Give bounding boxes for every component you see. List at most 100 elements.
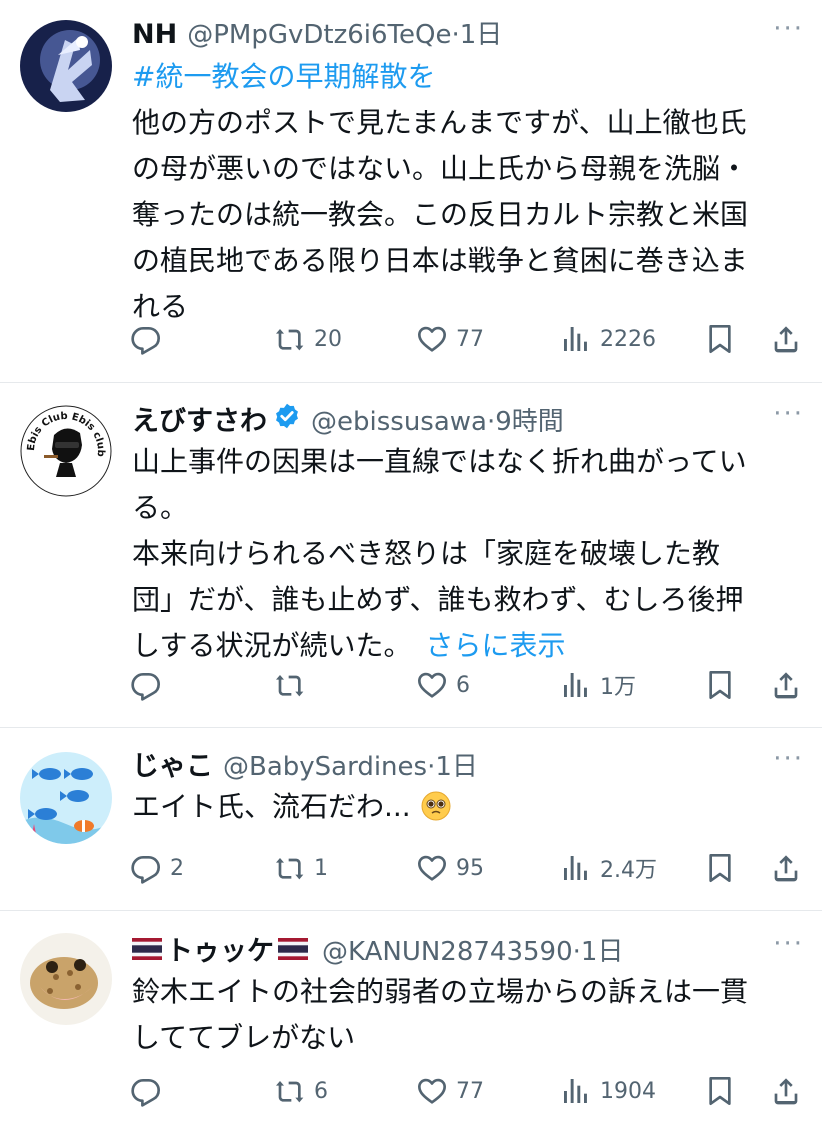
display-name[interactable]: NH (132, 19, 177, 50)
view-count: 1万 (600, 675, 636, 700)
verified-badge-icon (276, 403, 298, 429)
share-button[interactable] (770, 846, 802, 890)
view-count: 2226 (600, 326, 656, 352)
bookmark-icon (704, 1075, 736, 1107)
post-line-wrap: エイト氏、流石だわ... (132, 784, 804, 830)
post-line: 鈴木エイトの社会的弱者の立場からの訴えは一貫 (132, 975, 749, 1008)
post-line: エイト氏、流石だわ... (132, 790, 411, 823)
share-button[interactable] (770, 317, 802, 361)
post-time[interactable]: 1日 (435, 746, 478, 783)
bookmark-icon (704, 323, 736, 355)
display-name[interactable]: えびすさわ (132, 399, 267, 438)
repost-button[interactable] (274, 663, 314, 707)
post-text: エイト氏、流石だわ... (132, 784, 804, 830)
show-more-link[interactable]: さらに表示 (425, 629, 565, 662)
views-button[interactable]: 1万 (560, 663, 636, 707)
post-line: 本来向けられるべき怒りは「家庭を破壊した教 (132, 537, 721, 570)
share-icon (770, 852, 802, 884)
views-button[interactable]: 2.4万 (560, 846, 657, 890)
like-count: 77 (456, 326, 484, 352)
more-icon[interactable]: ··· (764, 929, 804, 959)
thailand-flag-icon (278, 938, 308, 960)
pleading-face-icon (421, 791, 451, 821)
repost-button[interactable]: 1 (274, 846, 328, 890)
repost-icon (274, 323, 306, 355)
post-text: #統一教会の早期解散を 他の方のポストで見たまんまですが、山上徹也氏 の母が悪い… (132, 54, 804, 330)
reply-icon (130, 1075, 162, 1107)
like-count: 6 (456, 672, 470, 698)
avatar[interactable] (20, 933, 112, 1025)
like-count: 95 (456, 855, 484, 881)
views-button[interactable]: 1904 (560, 1069, 656, 1113)
like-button[interactable]: 95 (416, 846, 484, 890)
post-kanun[interactable]: トゥッケ @KANUN28743590 · 1日 ··· 鈴木エイトの社会的弱者… (0, 911, 822, 1129)
views-button[interactable]: 2226 (560, 317, 656, 361)
bookmark-button[interactable] (704, 317, 736, 361)
repost-icon (274, 669, 306, 701)
reply-button[interactable] (130, 1069, 170, 1113)
post-header: NH @PMpGvDtz6i6TeQe · 1日 ··· (132, 14, 804, 54)
view-count: 1904 (600, 1078, 656, 1104)
repost-icon (274, 852, 306, 884)
reply-button[interactable]: 2 (130, 846, 184, 890)
post-header: じゃこ @BabySardines · 1日 ··· (132, 744, 804, 784)
post-line: の植民地である限り日本は戦争と貧困に巻き込ま (132, 244, 748, 277)
share-icon (770, 323, 802, 355)
post-time[interactable]: 9時間 (495, 401, 564, 438)
user-handle[interactable]: @BabySardines (223, 752, 427, 782)
more-icon[interactable]: ··· (764, 744, 804, 774)
share-icon (770, 1075, 802, 1107)
views-icon (560, 852, 592, 884)
separator-dot: · (427, 752, 436, 782)
post-line: る。 (132, 491, 189, 524)
reply-button[interactable] (130, 663, 170, 707)
avatar[interactable] (20, 20, 112, 112)
separator-dot: · (572, 937, 581, 967)
user-handle[interactable]: @KANUN28743590 (322, 937, 573, 967)
post-babysardines[interactable]: じゃこ @BabySardines · 1日 ··· エイト氏、流石だわ... (0, 728, 822, 911)
views-icon (560, 669, 592, 701)
reply-icon (130, 852, 162, 884)
heart-icon (416, 669, 448, 701)
bookmark-icon (704, 669, 736, 701)
reply-icon (130, 669, 162, 701)
action-bar: 6 77 1904 (130, 1069, 804, 1113)
avatar[interactable] (20, 752, 112, 844)
like-count: 77 (456, 1078, 484, 1104)
view-count: 2.4万 (600, 858, 657, 883)
bookmark-button[interactable] (704, 1069, 736, 1113)
reply-icon (130, 323, 162, 355)
repost-icon (274, 1075, 306, 1107)
repost-button[interactable]: 20 (274, 317, 342, 361)
post-header: えびすさわ @ebissusawa · 9時間 ··· (132, 399, 804, 439)
more-icon[interactable]: ··· (764, 399, 804, 429)
like-button[interactable]: 77 (416, 1069, 484, 1113)
post-text: 山上事件の因果は一直線ではなく折れ曲がってい る。 本来向けられるべき怒りは「家… (132, 439, 804, 669)
post-time[interactable]: 1日 (460, 14, 503, 51)
post-line: の母が悪いのではない。山上氏から母親を洗脳・ (132, 152, 749, 185)
post-time[interactable]: 1日 (581, 931, 624, 968)
post-nh[interactable]: NH @PMpGvDtz6i6TeQe · 1日 ··· #統一教会の早期解散を… (0, 0, 822, 383)
repost-button[interactable]: 6 (274, 1069, 328, 1113)
user-handle[interactable]: @ebissusawa (311, 407, 487, 437)
separator-dot: · (451, 20, 460, 50)
avatar[interactable]: Ebis Club Ebis club (20, 405, 112, 497)
more-icon[interactable]: ··· (764, 14, 804, 44)
share-button[interactable] (770, 1069, 802, 1113)
post-ebissusawa[interactable]: Ebis Club Ebis club えびすさわ @ebissusawa · … (0, 383, 822, 728)
post-line: しててブレがない (132, 1021, 356, 1054)
action-bar: 2 1 95 2.4万 (130, 846, 804, 890)
share-button[interactable] (770, 663, 802, 707)
heart-icon (416, 852, 448, 884)
display-name[interactable]: じゃこ (132, 744, 213, 783)
user-handle[interactable]: @PMpGvDtz6i6TeQe (187, 20, 451, 50)
display-name[interactable]: トゥッケ (166, 929, 274, 968)
hashtag-link[interactable]: #統一教会の早期解散を (132, 54, 804, 100)
bookmark-button[interactable] (704, 846, 736, 890)
action-bar: 20 77 2226 (130, 317, 804, 361)
bookmark-button[interactable] (704, 663, 736, 707)
repost-count: 6 (314, 1078, 328, 1104)
reply-button[interactable] (130, 317, 170, 361)
like-button[interactable]: 6 (416, 663, 470, 707)
like-button[interactable]: 77 (416, 317, 484, 361)
